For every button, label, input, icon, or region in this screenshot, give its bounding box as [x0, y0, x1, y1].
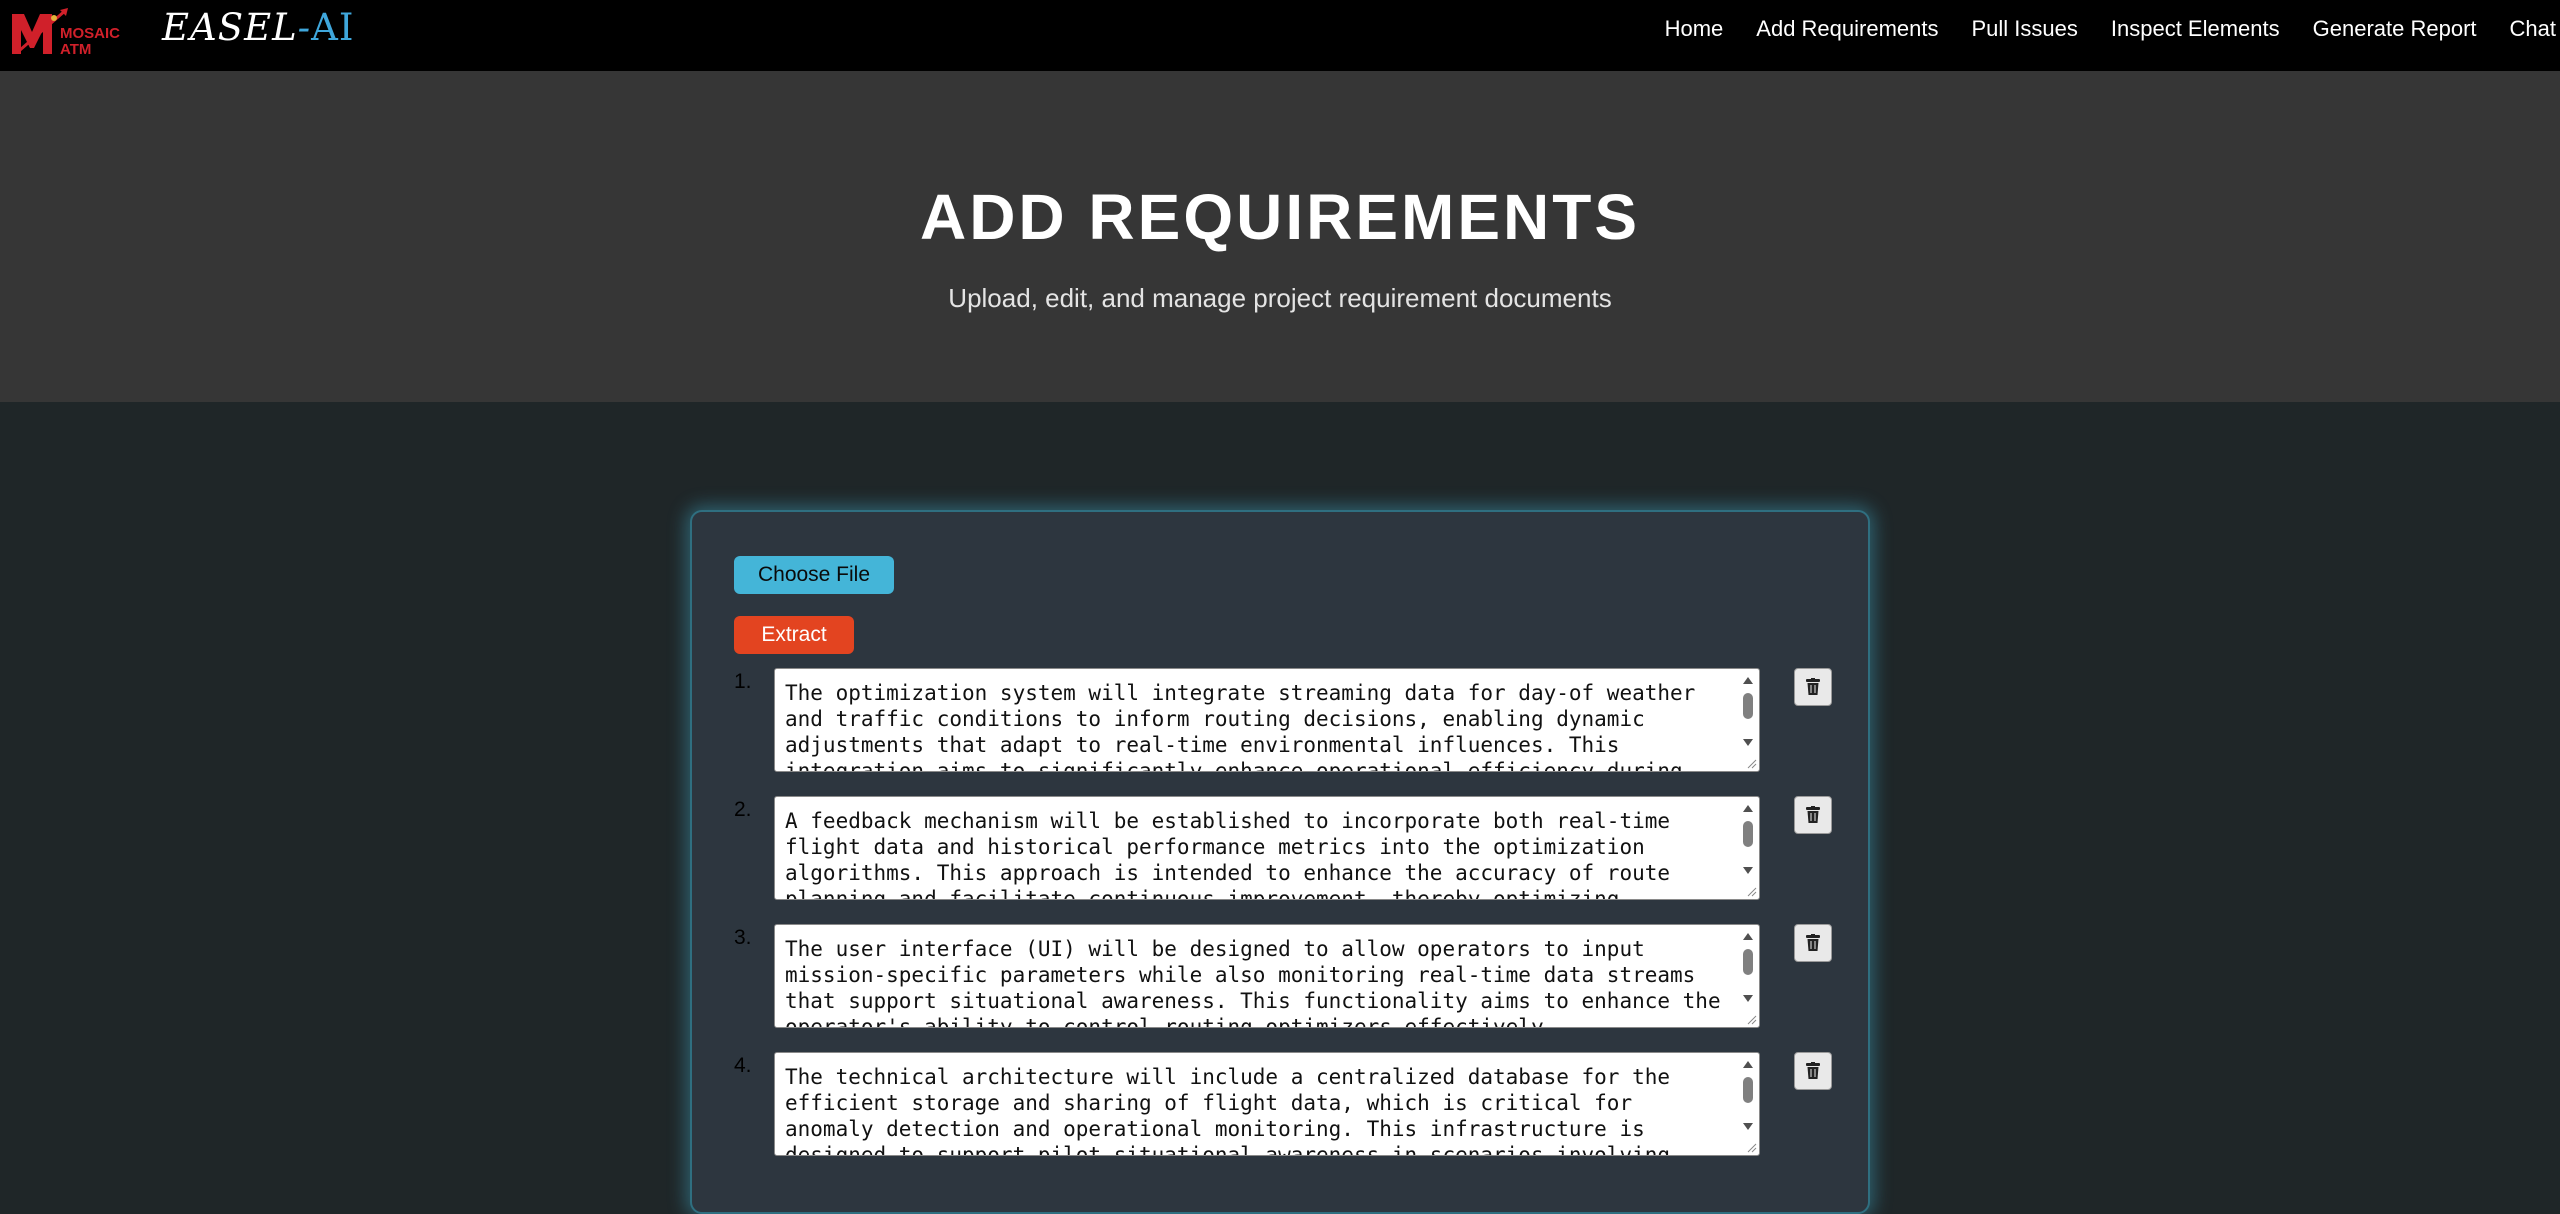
textarea-scrollbar[interactable]: [1739, 1055, 1757, 1153]
requirement-number: 4.: [734, 1054, 752, 1077]
arrow-down-icon[interactable]: [1743, 995, 1753, 1002]
requirement-text: The user interface (UI) will be designed…: [785, 937, 1721, 1028]
requirement-item: 4. The technical architecture will inclu…: [734, 1052, 1844, 1158]
trash-icon: [1806, 806, 1820, 823]
resize-grip-icon[interactable]: [1747, 1015, 1757, 1025]
delete-requirement-button[interactable]: [1794, 796, 1832, 834]
textarea-scrollbar[interactable]: [1739, 927, 1757, 1025]
requirement-textarea[interactable]: The optimization system will integrate s…: [774, 668, 1760, 772]
requirement-text: A feedback mechanism will be established…: [785, 809, 1671, 900]
arrow-up-icon[interactable]: [1743, 805, 1753, 812]
requirement-textarea[interactable]: The technical architecture will include …: [774, 1052, 1760, 1156]
arrow-down-icon[interactable]: [1743, 867, 1753, 874]
requirement-number: 2.: [734, 798, 752, 821]
requirement-number: 1.: [734, 670, 752, 693]
requirement-text: The optimization system will integrate s…: [785, 681, 1696, 772]
requirement-textarea[interactable]: The user interface (UI) will be designed…: [774, 924, 1760, 1028]
trash-icon: [1806, 934, 1820, 951]
brand-name-suffix: AI: [311, 6, 355, 49]
scroll-thumb[interactable]: [1743, 1077, 1753, 1103]
scroll-thumb[interactable]: [1743, 693, 1753, 719]
scroll-thumb[interactable]: [1743, 949, 1753, 975]
requirement-textarea[interactable]: A feedback mechanism will be established…: [774, 796, 1760, 900]
resize-grip-icon[interactable]: [1747, 1143, 1757, 1153]
nav-link-generate-report[interactable]: Generate Report: [2313, 16, 2477, 42]
brand-name-prefix: EASEL: [162, 6, 298, 49]
resize-grip-icon[interactable]: [1747, 759, 1757, 769]
scroll-thumb[interactable]: [1743, 821, 1753, 847]
requirement-item: 2. A feedback mechanism will be establis…: [734, 796, 1844, 902]
extract-button[interactable]: Extract: [734, 616, 854, 654]
page-subtitle: Upload, edit, and manage project require…: [948, 283, 1612, 313]
textarea-scrollbar[interactable]: [1739, 799, 1757, 897]
arrow-up-icon[interactable]: [1743, 677, 1753, 684]
brand-name-dash: -: [297, 6, 312, 49]
brand-name[interactable]: EASEL-AI: [162, 8, 355, 48]
nav-menu: Home Add Requirements Pull Issues Inspec…: [1665, 0, 2560, 57]
choose-file-button[interactable]: Choose File: [734, 556, 894, 594]
trash-icon: [1806, 678, 1820, 695]
nav-link-pull-issues[interactable]: Pull Issues: [1972, 16, 2078, 42]
navbar: MOSAIC ATM EASEL-AI Home Add Requirement…: [0, 0, 2560, 71]
logo-graphic: MOSAIC ATM: [12, 8, 120, 58]
hero-banner: ADD REQUIREMENTS Upload, edit, and manag…: [0, 71, 2560, 402]
arrow-up-icon[interactable]: [1743, 933, 1753, 940]
textarea-scrollbar[interactable]: [1739, 671, 1757, 769]
requirement-item: 1. The optimization system will integrat…: [734, 668, 1844, 774]
arrow-down-icon[interactable]: [1743, 739, 1753, 746]
nav-link-chat[interactable]: Chat: [2510, 16, 2556, 42]
mosaic-atm-logo[interactable]: MOSAIC ATM: [10, 8, 136, 58]
nav-link-add-requirements[interactable]: Add Requirements: [1756, 16, 1938, 42]
requirement-number: 3.: [734, 926, 752, 949]
delete-requirement-button[interactable]: [1794, 924, 1832, 962]
page-title: ADD REQUIREMENTS: [919, 181, 1641, 253]
arrow-up-icon[interactable]: [1743, 1061, 1753, 1068]
nav-link-inspect-elements[interactable]: Inspect Elements: [2111, 16, 2280, 42]
requirements-panel: Choose File Extract 1. The optimization …: [690, 510, 1870, 1214]
resize-grip-icon[interactable]: [1747, 887, 1757, 897]
nav-link-home[interactable]: Home: [1665, 16, 1724, 42]
logo-text-top: MOSAIC: [60, 25, 120, 42]
logo-text-bottom: ATM: [60, 41, 91, 58]
requirement-text: The technical architecture will include …: [785, 1065, 1671, 1156]
arrow-down-icon[interactable]: [1743, 1123, 1753, 1130]
delete-requirement-button[interactable]: [1794, 668, 1832, 706]
requirement-item: 3. The user interface (UI) will be desig…: [734, 924, 1844, 1030]
delete-requirement-button[interactable]: [1794, 1052, 1832, 1090]
trash-icon: [1806, 1062, 1820, 1079]
